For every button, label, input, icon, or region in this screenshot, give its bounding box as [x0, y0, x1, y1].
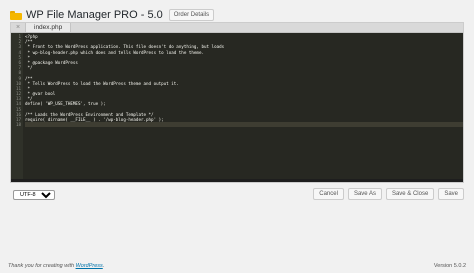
code-text[interactable]: <?php/** * Front to the WordPress applic… — [23, 33, 463, 179]
code-line — [25, 122, 463, 128]
cancel-button[interactable]: Cancel — [313, 188, 344, 200]
editor-action-bar: UTF-8 Cancel Save As Save & Close Save — [10, 188, 464, 202]
code-editor: × index.php 1 2 3 4 5 6 7 8 9 10 11 12 13 14 15 16 17 18 … — [10, 22, 464, 183]
order-details-button[interactable]: Order Details — [168, 9, 215, 21]
file-tab-bar: × index.php — [11, 23, 463, 33]
action-buttons: Cancel Save As Save & Close Save — [313, 188, 464, 200]
line-number-gutter: 1 2 3 4 5 6 7 8 9 10 11 12 13 14 15 16 17 18 — [11, 33, 23, 179]
folder-icon — [10, 10, 22, 20]
version-label: Version 5.0.2 — [433, 263, 466, 269]
credit-text: Thank you for creating with — [8, 263, 76, 269]
save-and-close-button[interactable]: Save & Close — [385, 188, 435, 200]
wordpress-link[interactable]: WordPress — [76, 263, 103, 269]
app-title: WP File Manager PRO - 5.0 — [26, 9, 163, 21]
code-area[interactable]: 1 2 3 4 5 6 7 8 9 10 11 12 13 14 15 16 17 18 <?php/** * F… — [11, 33, 463, 179]
save-as-button[interactable]: Save As — [347, 188, 382, 200]
page-header: WP File Manager PRO - 5.0 Order Details — [10, 8, 215, 22]
encoding-select[interactable]: UTF-8 — [13, 190, 55, 200]
close-tab-icon[interactable]: × — [11, 23, 25, 32]
credit-suffix: . — [102, 263, 105, 269]
save-button[interactable]: Save — [438, 188, 464, 200]
line-number: 18 — [15, 122, 21, 128]
footer-credit: Thank you for creating with WordPress. — [8, 263, 104, 269]
file-tab-index-php[interactable]: index.php — [25, 23, 72, 32]
